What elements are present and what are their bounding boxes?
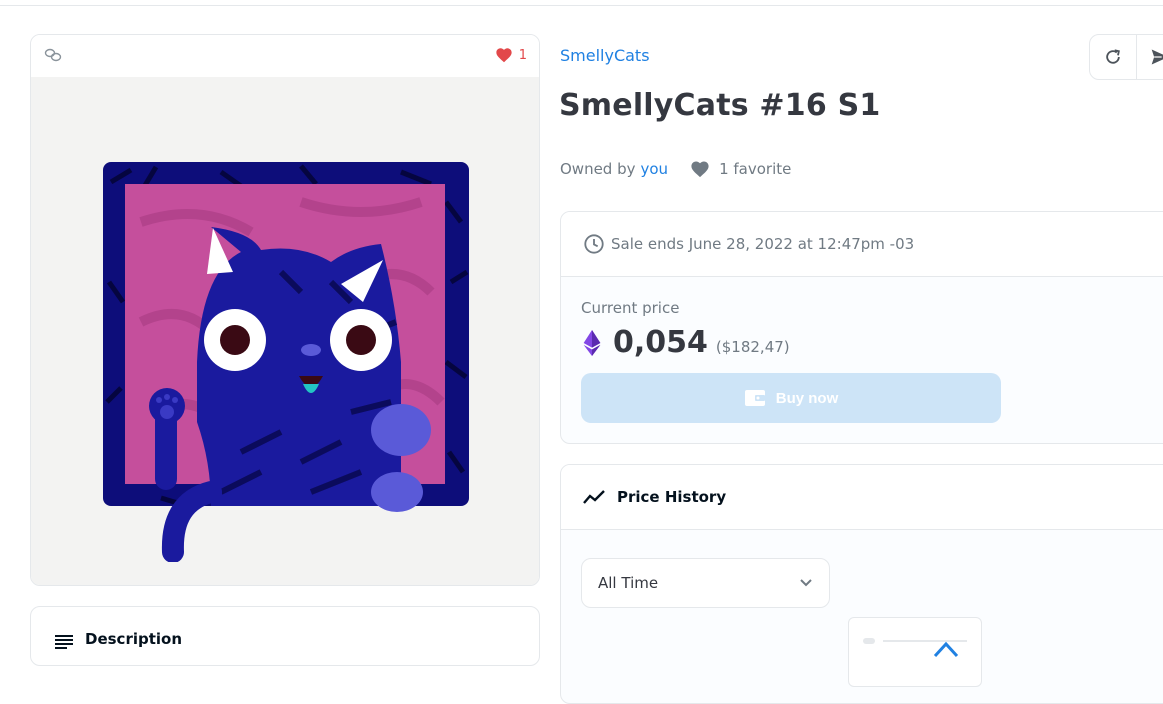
description-title: Description xyxy=(85,630,182,648)
price-history-header[interactable]: Price History xyxy=(561,465,1163,530)
price-value: 0,054 xyxy=(613,325,708,360)
owner-row: Owned by you 1 favorite xyxy=(560,160,791,178)
item-image-card: 1 xyxy=(30,34,540,586)
heart-icon xyxy=(495,47,513,63)
smelly-cat-artwork xyxy=(101,162,471,562)
trend-line-icon xyxy=(583,489,605,505)
sale-timer: Sale ends June 28, 2022 at 12:47pm -03 xyxy=(561,212,1163,277)
time-range-value: All Time xyxy=(598,574,658,592)
description-card[interactable]: Description xyxy=(30,606,540,666)
collection-link[interactable]: SmellyCats xyxy=(560,46,650,65)
favorite-toggle[interactable]: 1 xyxy=(495,47,527,63)
heart-icon xyxy=(690,160,710,178)
refresh-icon xyxy=(1103,47,1123,67)
image-card-header: 1 xyxy=(31,35,539,77)
ethereum-icon xyxy=(583,330,601,356)
price-usd: ($182,47) xyxy=(716,338,790,356)
favorite-count: 1 xyxy=(519,48,527,63)
current-price-label: Current price xyxy=(581,299,679,317)
time-range-select[interactable]: All Time xyxy=(581,558,830,608)
chain-link-icon[interactable] xyxy=(44,48,62,62)
item-title: SmellyCats #16 S1 xyxy=(559,88,880,123)
owned-by-label: Owned by xyxy=(560,160,636,178)
sale-ends-text: Sale ends June 28, 2022 at 12:47pm -03 xyxy=(611,235,914,253)
price-history-card: Price History All Time xyxy=(560,464,1163,704)
price-row: 0,054 ($182,47) xyxy=(583,325,790,360)
price-history-empty-chart xyxy=(848,617,982,687)
buy-now-button[interactable]: Buy now xyxy=(581,373,1001,423)
wallet-icon xyxy=(744,389,766,407)
favorites-label: 1 favorite xyxy=(719,160,791,178)
buy-now-label: Buy now xyxy=(776,390,839,407)
owner-link[interactable]: you xyxy=(641,160,669,178)
send-icon xyxy=(1150,47,1163,67)
list-icon xyxy=(55,635,73,649)
favorites-info: 1 favorite xyxy=(690,160,791,178)
top-divider xyxy=(0,0,1163,6)
clock-icon xyxy=(583,233,605,255)
sale-card: Sale ends June 28, 2022 at 12:47pm -03 C… xyxy=(560,211,1163,444)
nft-image[interactable] xyxy=(31,77,540,586)
empty-chart-illustration xyxy=(849,618,983,688)
price-history-title: Price History xyxy=(617,488,726,506)
chevron-down-icon xyxy=(799,578,813,588)
share-button[interactable] xyxy=(1136,35,1163,79)
refresh-button[interactable] xyxy=(1090,35,1136,79)
item-actions xyxy=(1089,34,1163,80)
